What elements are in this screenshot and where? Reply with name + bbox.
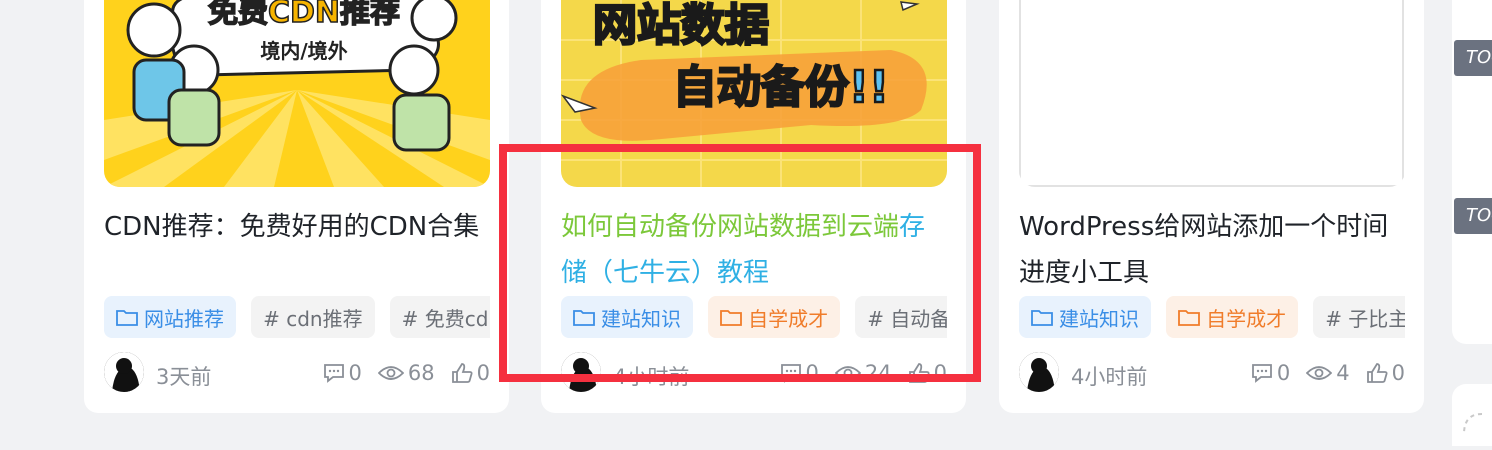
- post-title[interactable]: WordPress给网站添加一个时间进度小工具: [1019, 204, 1405, 296]
- post-time: 4小时前: [613, 365, 690, 389]
- view-count: 68: [377, 361, 435, 385]
- category-tag-label: 建站知识: [1059, 306, 1139, 331]
- category-tag[interactable]: 自学成才: [1166, 296, 1299, 338]
- view-count: 24: [834, 361, 892, 385]
- eye-icon: [834, 366, 861, 380]
- like-count-value: 0: [1391, 361, 1405, 385]
- eye-icon: [377, 366, 404, 380]
- folder-icon: [1178, 310, 1200, 326]
- folder-icon: [573, 310, 595, 326]
- comment-icon: [1251, 364, 1272, 383]
- comment-count-value: 0: [805, 361, 819, 385]
- author-avatar[interactable]: [104, 352, 144, 392]
- post-meta: 3天前 0 68 0: [104, 352, 490, 392]
- comment-count: 0: [1251, 361, 1290, 385]
- thumb-subheading: 自动备份!!: [673, 62, 889, 113]
- post-thumbnail[interactable]: 免费CDN推荐 境内/境外: [104, 0, 490, 187]
- post-meta: 4小时前 0 24 0: [561, 352, 947, 392]
- category-tag[interactable]: 网站推荐: [104, 296, 236, 338]
- post-time: 4小时前: [1071, 365, 1148, 389]
- like-count[interactable]: 0: [908, 361, 947, 385]
- folder-icon: [720, 310, 742, 326]
- thumbs-up-icon: [908, 363, 930, 383]
- post-tags: 建站知识 自学成才 # 子比主题: [1019, 296, 1405, 338]
- thumbs-up-icon: [1366, 363, 1388, 383]
- comment-count-value: 0: [1276, 361, 1291, 385]
- category-tag[interactable]: 建站知识: [561, 296, 693, 338]
- comment-count: 0: [780, 361, 819, 385]
- post-time: 3天前: [156, 365, 212, 389]
- view-count-value: 24: [864, 361, 892, 385]
- category-tag-label: 自学成才: [1206, 306, 1287, 331]
- post-title-part1: 如何自动备份网站数据到云端: [561, 212, 900, 242]
- post-tags: 建站知识 自学成才 # 自动备份: [561, 296, 947, 338]
- category-tag-label: 网站推荐: [144, 306, 224, 331]
- post-card-backup[interactable]: 网站数据 自动备份!! 如何自动备份网站数据到云端存储（七牛云）教程 建站知识 …: [541, 0, 966, 413]
- post-thumbnail[interactable]: 网站数据 自动备份!!: [561, 0, 947, 187]
- folder-icon: [1031, 310, 1053, 326]
- post-title[interactable]: CDN推荐：免费好用的CDN合集: [104, 204, 490, 250]
- view-count-value: 68: [407, 361, 435, 385]
- view-count: 4: [1306, 361, 1350, 385]
- comment-icon: [323, 364, 344, 383]
- thumbs-up-icon: [451, 363, 473, 383]
- post-card-cdn[interactable]: 免费CDN推荐 境内/境外 CDN推荐：免费好用的CDN合集 网站推荐 # cd…: [84, 0, 509, 413]
- category-tag[interactable]: 自学成才: [708, 296, 841, 338]
- like-count-value: 0: [933, 361, 947, 385]
- keyword-tag[interactable]: # 免费cdn: [389, 296, 490, 338]
- thumb-subheading: 境内/境外: [260, 39, 347, 63]
- comment-count: 0: [323, 361, 362, 385]
- category-tag[interactable]: 建站知识: [1019, 296, 1151, 338]
- toc-label[interactable]: TOC: [1454, 198, 1492, 234]
- post-meta: 4小时前 0 4 0: [1019, 352, 1405, 392]
- comment-count-value: 0: [348, 361, 362, 385]
- post-title[interactable]: 如何自动备份网站数据到云端存储（七牛云）教程: [561, 204, 947, 296]
- post-card-progress-widget[interactable]: WordPress给网站添加一个时间进度小工具 建站知识 自学成才 # 子比主题…: [999, 0, 1424, 413]
- eye-icon: [1306, 366, 1333, 380]
- like-count[interactable]: 0: [451, 361, 490, 385]
- keyword-tag[interactable]: # cdn推荐: [251, 296, 375, 338]
- toc-label[interactable]: TOC: [1454, 40, 1492, 76]
- folder-icon: [116, 310, 138, 326]
- sidebar-widget: [1452, 384, 1492, 446]
- comment-icon: [780, 364, 801, 383]
- like-count-value: 0: [476, 361, 490, 385]
- view-count-value: 4: [1336, 361, 1350, 385]
- category-tag-label: 建站知识: [601, 306, 681, 331]
- thumb-heading: 网站数据: [593, 0, 769, 51]
- post-thumbnail[interactable]: [1019, 0, 1405, 187]
- like-count[interactable]: 0: [1366, 361, 1405, 385]
- thumb-heading: 免费CDN推荐: [208, 0, 400, 30]
- keyword-tag[interactable]: # 子比主题: [1313, 296, 1405, 338]
- category-tag-label: 自学成才: [748, 306, 829, 331]
- keyword-tag[interactable]: # 自动备份: [855, 296, 947, 338]
- post-tags: 网站推荐 # cdn推荐 # 免费cdn: [104, 296, 490, 338]
- author-avatar[interactable]: [561, 352, 601, 392]
- author-avatar[interactable]: [1019, 352, 1059, 392]
